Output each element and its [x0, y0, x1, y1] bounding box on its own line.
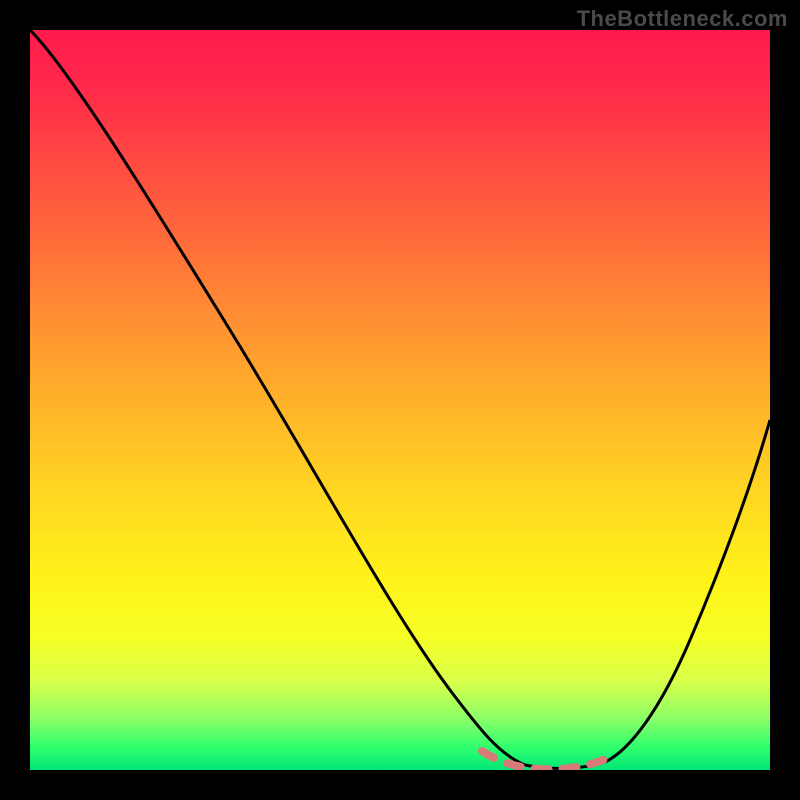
plot-area — [30, 30, 770, 770]
watermark-text: TheBottleneck.com — [577, 6, 788, 32]
optimal-range-dash — [482, 751, 608, 769]
chart-frame: TheBottleneck.com — [0, 0, 800, 800]
curve-svg — [30, 30, 770, 770]
bottleneck-curve-line — [30, 30, 770, 768]
